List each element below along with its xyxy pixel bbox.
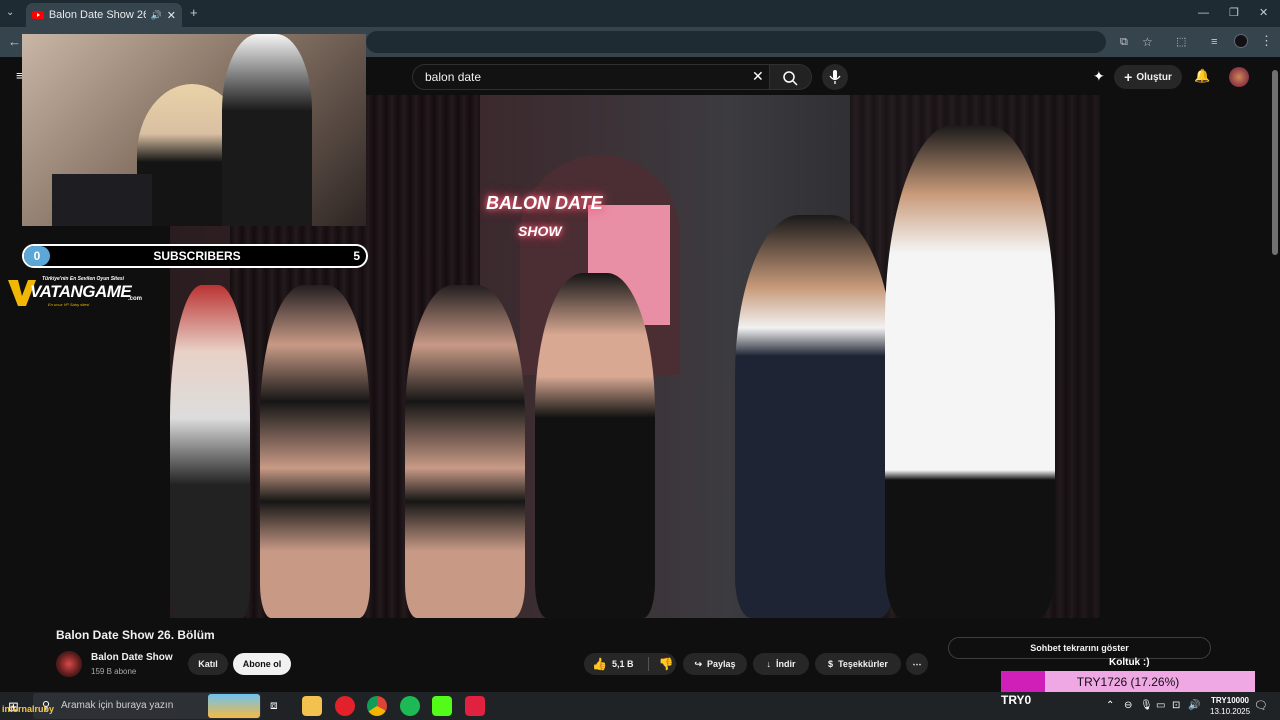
like-divider [648,657,650,671]
extensions-icon[interactable]: ⬚ [1176,35,1186,49]
thanks-label: Teşekkürler [838,659,888,669]
browser-menu-icon[interactable]: ⋮ [1260,34,1273,48]
thumbs-up-icon: 👍 [592,657,607,671]
task-view-icon[interactable]: ⧈ [270,698,278,713]
cast-icon[interactable]: ⧉ [1120,35,1128,49]
dislike-button[interactable]: 👎 [658,657,673,671]
voice-search-button[interactable] [822,64,848,90]
file-explorer-icon[interactable] [302,696,322,716]
stream-overlay-username: infernalruby [2,704,55,714]
super-thanks-icon: $ [828,659,834,669]
youtube-favicon-icon [32,11,44,19]
tab-list-chevron-icon[interactable]: ⌄ [6,6,14,20]
thanks-button[interactable]: $ Teşekkürler [815,653,901,675]
page-scrollbar[interactable] [1272,70,1278,255]
share-label: Paylaş [707,659,736,669]
create-label: Oluştur [1136,71,1172,83]
channel-subscriber-count: 159 B abone [91,667,137,676]
channel-avatar[interactable] [56,651,82,677]
donation-goal-target: TRY10000 [1211,696,1249,705]
tray-chevron-icon[interactable]: ⌃ [1106,700,1114,711]
tab-audio-icon[interactable]: 🔊 [151,10,162,21]
person-1 [170,285,250,618]
like-button[interactable]: 👍 5,1 B [592,657,633,671]
show-chat-replay-button[interactable]: Sohbet tekrarını göster [948,637,1211,659]
spotify-icon[interactable] [400,696,420,716]
search-icon [783,71,798,86]
neon-sign-show: SHOW [518,223,562,239]
search-highlight-image [208,694,260,718]
desk-keyboard [52,174,152,226]
person-3 [405,285,525,618]
close-icon[interactable]: ✕ [1259,6,1268,20]
taskbar-clock[interactable]: TRY10000 13.10.2025 [1210,695,1250,717]
sponsor-banner: Türkiye'nin En Sevilen Oyun Sitesi VATAN… [6,276,152,310]
more-actions-button[interactable]: ⋯ [906,653,928,675]
microphone-icon [829,70,841,84]
channel-name[interactable]: Balon Date Show [91,652,173,663]
donation-goal-start: TRY0 [1001,693,1032,707]
address-bar[interactable] [366,31,1106,53]
plush-toy [222,34,312,226]
join-button[interactable]: Katıl [188,653,228,675]
search-button[interactable] [770,64,812,90]
browser-tab-bar: ⌄ Balon Date Show 26. Bölüm 🔊 ✕ + — ❐ ✕ [0,0,1280,27]
sponsor-name: VATANGAME [30,282,132,301]
notification-center-icon[interactable]: 🗨 [1254,699,1268,712]
chrome-icon[interactable] [367,696,387,716]
profile-avatar[interactable] [1234,34,1248,48]
tab-title: Balon Date Show 26. Bölüm [48,9,146,21]
sponsor-domain: .com [128,296,143,302]
kick-icon[interactable] [432,696,452,716]
browser-tab[interactable]: Balon Date Show 26. Bölüm 🔊 ✕ [26,3,182,27]
sponsor-subline: En ucuz VP Satış sitesi [48,302,90,307]
restore-icon[interactable]: ❐ [1229,6,1239,20]
subscriber-goal-bar: 0 SUBSCRIBERS 5 [22,244,368,268]
notifications-bell-icon[interactable]: 🔔 [1194,68,1210,84]
tray-display-icon[interactable]: ▭ [1156,700,1165,711]
donation-goal-bar: TRY1726 (17.26%) [1001,671,1255,693]
donation-goal-title: Koltuk :) [1109,657,1150,668]
subscriber-goal-label: SUBSCRIBERS [153,249,241,263]
video-title: Balon Date Show 26. Bölüm [56,628,215,642]
minimize-icon[interactable]: — [1198,6,1209,20]
share-button[interactable]: ↪ Paylaş [683,653,747,675]
like-dislike-group: 👍 5,1 B 👎 [584,653,676,675]
subscribe-button[interactable]: Abone ol [233,653,291,675]
download-button[interactable]: ↓ İndir [753,653,809,675]
back-arrow-icon[interactable]: ← [8,35,21,49]
bookmark-star-icon[interactable]: ☆ [1142,35,1153,49]
neon-sign-title: BALON DATE [486,193,603,213]
person-2 [260,285,370,618]
clear-search-icon[interactable]: ✕ [752,68,764,85]
like-count: 5,1 B [611,659,634,669]
subscriber-goal-target: 5 [353,249,360,263]
download-arrow-icon: ↓ [766,659,772,669]
person-4 [535,273,655,618]
streaming-app-icon[interactable] [465,696,485,716]
search-input[interactable]: balon date [412,64,770,90]
person-6-host [885,125,1055,618]
download-label: İndir [776,659,796,669]
plus-icon: + [1124,69,1133,85]
new-tab-button[interactable]: + [190,6,198,20]
thumbs-down-icon: 👎 [658,657,674,671]
tray-volume-icon[interactable]: 🔊 [1188,700,1200,711]
tray-network-icon[interactable]: ⊡ [1172,700,1180,711]
tray-device-icon[interactable]: ⊖ [1124,700,1132,711]
gemini-sparkle-icon[interactable]: ✦ [1093,68,1105,85]
create-button[interactable]: + Oluştur [1114,65,1182,89]
person-5-host [735,215,895,618]
streamer-webcam [22,34,366,226]
donation-goal-text: TRY1726 (17.26%) [1076,675,1180,689]
account-avatar[interactable] [1229,67,1249,87]
tab-close-icon[interactable]: ✕ [167,9,176,22]
tray-mic-icon[interactable]: 🎙 [1140,700,1153,711]
opera-icon[interactable] [335,696,355,716]
taskbar-date: 13.10.2025 [1210,707,1251,716]
reading-list-icon[interactable]: ≡ [1211,35,1217,49]
share-arrow-icon: ↪ [694,658,702,669]
